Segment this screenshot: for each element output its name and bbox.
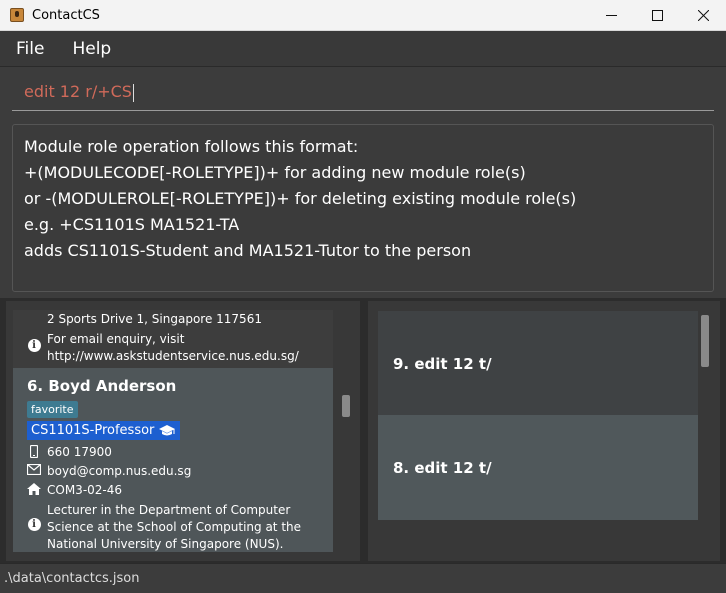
- description-line: http://www.askstudentservice.nus.edu.sg/: [47, 349, 299, 363]
- window-controls: [588, 0, 726, 31]
- command-box[interactable]: edit 12 r/+CS: [12, 74, 714, 111]
- minimize-button[interactable]: [588, 0, 634, 31]
- graduation-cap-icon: [159, 424, 176, 435]
- command-history-panel[interactable]: 9. edit 12 t/ 8. edit 12 t/: [368, 301, 720, 561]
- person-list-panel[interactable]: 2 Sports Drive 1, Singapore 117561 i For…: [6, 301, 360, 561]
- window-title: ContactCS: [32, 7, 100, 23]
- description-line: Lecturer in the Department of Computer: [47, 503, 291, 517]
- result-line: e.g. +CS1101S MA1521-TA: [24, 215, 240, 234]
- email-row: boyd@comp.nus.edu.sg: [27, 464, 191, 478]
- address-row: COM3-02-46: [27, 483, 122, 497]
- description-line: For email enquiry, visit: [47, 332, 185, 346]
- phone-row: 660 17900: [27, 445, 112, 459]
- description-line: Science at the School of Computing at th…: [47, 520, 302, 534]
- menu-file[interactable]: File: [10, 39, 50, 59]
- person-list[interactable]: 2 Sports Drive 1, Singapore 117561 i For…: [13, 310, 333, 552]
- menu-bar: File Help: [0, 31, 726, 67]
- app-icon: [10, 8, 24, 22]
- person-list-scrollbar[interactable]: [342, 395, 350, 417]
- email-text: boyd@comp.nus.edu.sg: [47, 464, 192, 478]
- email-icon: [27, 464, 41, 475]
- save-file-path: .\data\contactcs.json: [4, 571, 140, 586]
- command-input-text: edit 12 r/+CS: [24, 82, 132, 101]
- person-card-previous[interactable]: 2 Sports Drive 1, Singapore 117561 i For…: [13, 310, 333, 368]
- title-bar: ContactCS: [0, 0, 726, 31]
- address-text: 2 Sports Drive 1, Singapore 117561: [47, 312, 262, 326]
- history-item-label: 9. edit 12 t/: [393, 354, 492, 373]
- info-icon: i: [27, 339, 41, 352]
- history-item-label: 8. edit 12 t/: [393, 458, 492, 477]
- history-scrollbar[interactable]: [701, 315, 709, 367]
- phone-text: 660 17900: [47, 445, 112, 459]
- minimize-icon: [605, 15, 617, 16]
- maximize-icon: [651, 10, 663, 21]
- address-row: 2 Sports Drive 1, Singapore 117561: [47, 312, 262, 326]
- description-row: i Lecturer in the Department of Computer…: [27, 502, 301, 552]
- result-line: or -(MODULEROLE[-ROLETYPE])+ for deletin…: [24, 189, 577, 208]
- close-icon: [697, 10, 709, 21]
- command-input[interactable]: edit 12 r/+CS: [24, 82, 134, 102]
- result-display: Module role operation follows this forma…: [12, 124, 714, 292]
- info-icon: i: [27, 518, 41, 531]
- description-line: National University of Singapore (NUS).: [47, 537, 284, 551]
- menu-help[interactable]: Help: [66, 39, 117, 59]
- description-row: i For email enquiry, visit http://www.as…: [27, 331, 299, 365]
- history-item[interactable]: 9. edit 12 t/: [378, 311, 698, 416]
- status-bar: .\data\contactcs.json: [0, 563, 726, 593]
- phone-icon: [30, 445, 38, 458]
- person-card-selected[interactable]: 6. Boyd Anderson favorite CS1101S-Profes…: [13, 368, 333, 552]
- tag-badge: favorite: [27, 401, 78, 418]
- person-name: 6. Boyd Anderson: [27, 377, 177, 395]
- home-icon: [27, 483, 41, 495]
- text-caret: [132, 83, 134, 102]
- result-line: +(MODULECODE[-ROLETYPE])+ for adding new…: [24, 163, 526, 182]
- address-text: COM3-02-46: [47, 483, 123, 497]
- maximize-button[interactable]: [634, 0, 680, 31]
- module-role-label: CS1101S-Professor: [31, 423, 155, 438]
- module-role-badge: CS1101S-Professor: [27, 421, 181, 440]
- history-item[interactable]: 8. edit 12 t/: [378, 415, 698, 520]
- result-line: Module role operation follows this forma…: [24, 137, 359, 156]
- result-line: adds CS1101S-Student and MA1521-Tutor to…: [24, 241, 472, 260]
- close-button[interactable]: [680, 0, 726, 31]
